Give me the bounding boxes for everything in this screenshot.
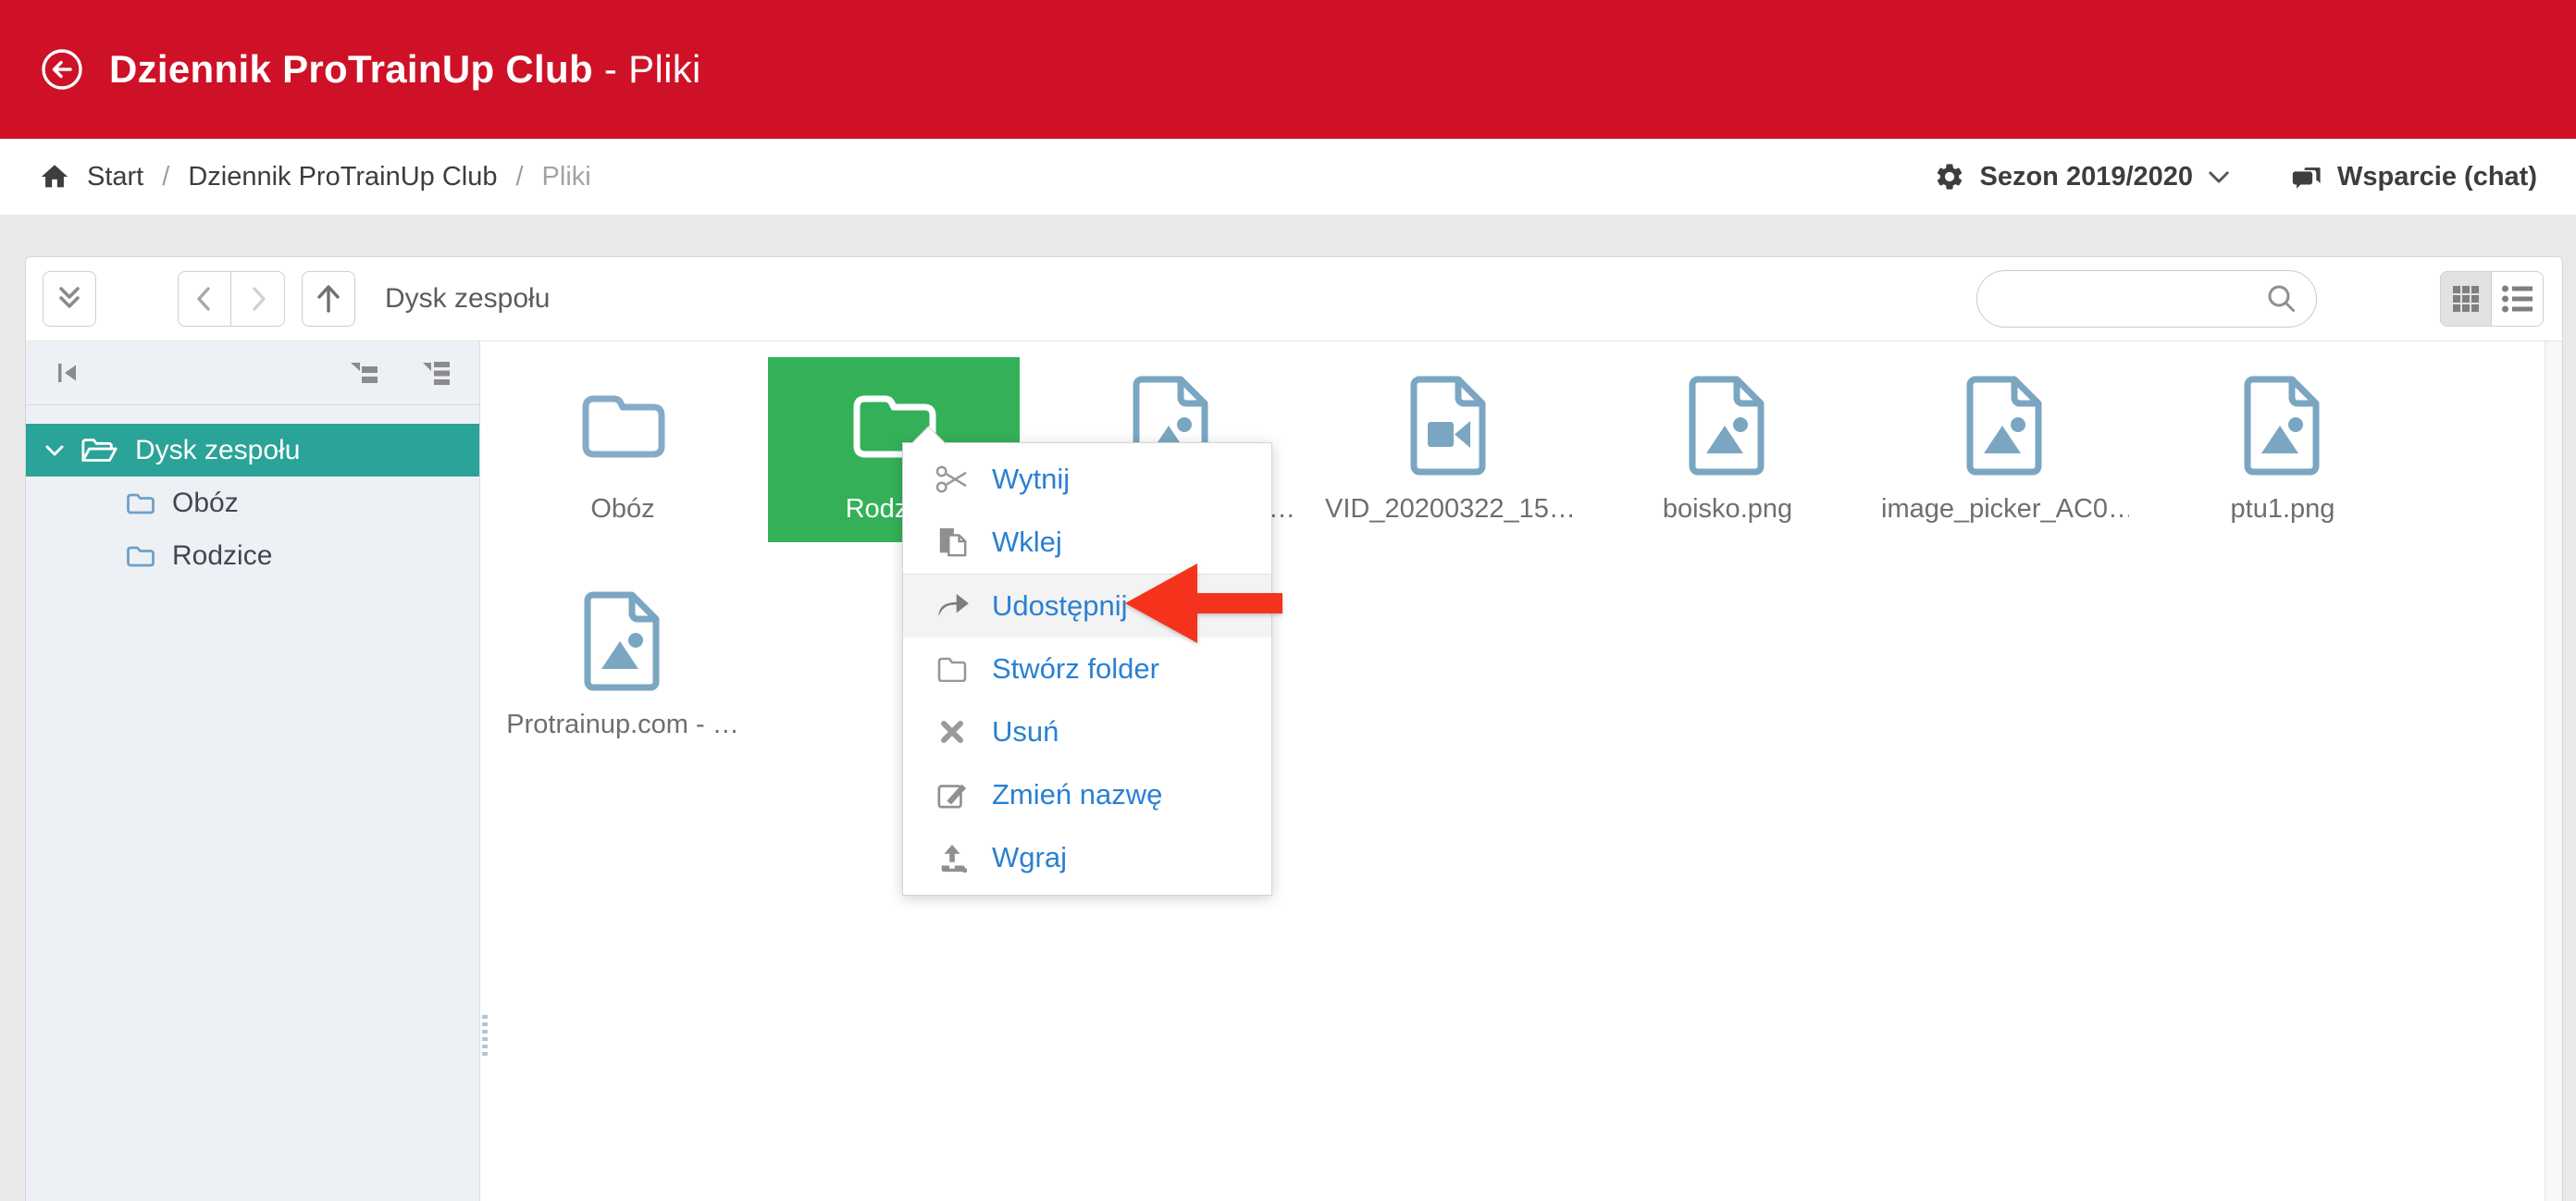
collapse-sidebar-icon[interactable] [54, 359, 81, 387]
chevron-left-icon [191, 283, 218, 315]
season-label: Sezon 2019/2020 [1980, 162, 2194, 192]
history-nav-group [178, 271, 285, 327]
file-manager-panel: Dysk zespołu [25, 256, 2563, 1201]
image-file-icon [1687, 357, 1768, 494]
video-file-icon [1408, 357, 1490, 494]
vertical-scrollbar[interactable] [2545, 341, 2562, 1201]
app-header: Dziennik ProTrainUp Club - Pliki [0, 0, 2576, 139]
breadcrumb-separator: / [515, 162, 523, 192]
context-menu: Wytnij Wklej Udostępnij Stwórz folder Usuń Zm… [902, 442, 1272, 896]
chevron-right-icon [244, 283, 272, 315]
context-menu-item-wytnij[interactable]: Wytnij [903, 448, 1271, 511]
breadcrumb-item-club[interactable]: Dziennik ProTrainUp Club [188, 162, 497, 192]
tree-header [26, 341, 479, 405]
search-input[interactable] [2003, 283, 2264, 315]
image-file-icon [1964, 357, 2046, 494]
up-folder-button[interactable] [302, 271, 355, 327]
file-name-label: ptu1.png [2231, 494, 2335, 525]
breadcrumb: Start / Dziennik ProTrainUp Club / Pliki [87, 162, 591, 192]
folder-icon [931, 656, 973, 682]
breadcrumb-item-start[interactable]: Start [87, 162, 143, 192]
tree-item-label: Obóz [172, 488, 239, 519]
file-grid-panel: Obóz Rodzice … VID_20200322_15… boisko.p… [489, 341, 2562, 1201]
folder-icon [126, 490, 155, 515]
image-file-icon [2242, 357, 2323, 494]
support-label: Wsparcie (chat) [2337, 162, 2537, 192]
file-tile-ptu1-png[interactable]: ptu1.png [2157, 357, 2409, 542]
folder-tile-obóz[interactable]: Obóz [497, 357, 749, 542]
edit-icon [931, 779, 973, 811]
tree-item-obóz[interactable]: Obóz [26, 477, 479, 529]
paste-icon [931, 526, 973, 559]
tree-item-rodzice[interactable]: Rodzice [26, 529, 479, 582]
folder-icon [126, 543, 155, 568]
forward-button[interactable] [231, 271, 285, 327]
tree-item-label: Dysk zespołu [135, 435, 300, 466]
collapse-panel-button[interactable] [43, 271, 96, 327]
context-menu-item-usuń[interactable]: Usuń [903, 700, 1271, 763]
tree-item-dysk-zespołu[interactable]: Dysk zespołu [26, 424, 479, 477]
upload-icon [931, 842, 973, 873]
back-button[interactable] [178, 271, 231, 327]
file-tile-vid-20200322-15-[interactable]: VID_20200322_15… [1323, 357, 1575, 542]
folder-tree: Dysk zespołu Obóz Rodzice [26, 405, 479, 582]
breadcrumb-bar: Start / Dziennik ProTrainUp Club / Pliki… [0, 139, 2576, 215]
gear-icon [1934, 161, 1965, 192]
search-icon[interactable] [2264, 281, 2299, 316]
context-menu-item-label: Wklej [992, 526, 1062, 559]
context-menu-item-label: Wytnij [992, 463, 1070, 496]
image-file-icon [582, 573, 663, 710]
home-icon[interactable] [39, 161, 70, 192]
current-folder-label: Dysk zespołu [385, 283, 550, 315]
chevron-down-icon[interactable] [44, 444, 65, 457]
season-selector[interactable]: Sezon 2019/2020 [1934, 161, 2231, 192]
annotation-arrow [1118, 555, 1284, 656]
share-icon [931, 591, 973, 621]
page-title: Dziennik ProTrainUp Club - Pliki [109, 47, 701, 92]
file-name-label: boisko.png [1663, 494, 1792, 525]
arrow-up-icon [314, 282, 343, 316]
breadcrumb-separator: / [162, 162, 169, 192]
file-name-label: Protrainup.com - … [506, 710, 738, 740]
grid-view-icon [2450, 283, 2482, 315]
context-menu-item-zmień-nazwę[interactable]: Zmień nazwę [903, 763, 1271, 826]
context-menu-item-wgraj[interactable]: Wgraj [903, 826, 1271, 889]
support-chat-link[interactable]: Wsparcie (chat) [2289, 161, 2537, 192]
context-menu-item-label: Zmień nazwę [992, 778, 1162, 811]
folder-icon [576, 357, 669, 494]
x-icon [931, 718, 973, 746]
back-circle-icon[interactable] [41, 48, 83, 91]
context-menu-item-label: Wgraj [992, 841, 1067, 874]
file-name-label: Obóz [590, 494, 654, 525]
page-title-suffix: - Pliki [604, 47, 701, 91]
file-tile-boisko-png[interactable]: boisko.png [1602, 357, 1853, 542]
file-tile-image-picker-ac0-[interactable]: image_picker_AC0… [1879, 357, 2131, 542]
chevron-down-icon [2208, 170, 2230, 184]
context-menu-item-label: Stwórz folder [992, 652, 1159, 686]
list-view-button[interactable] [2492, 271, 2544, 327]
file-manager-toolbar: Dysk zespołu [26, 257, 2562, 341]
context-menu-item-label: Udostępnij [992, 589, 1127, 623]
folder-tree-panel: Dysk zespołu Obóz Rodzice [26, 341, 480, 1201]
splitter-drag-handle[interactable] [482, 1015, 488, 1059]
scissors-icon [931, 464, 973, 495]
file-name-label: VID_20200322_15… [1325, 494, 1573, 525]
open-folder-icon [80, 436, 118, 465]
context-menu-item-label: Usuń [992, 715, 1059, 749]
double-chevron-down-icon [54, 283, 85, 315]
search-box [1976, 270, 2317, 328]
grid-view-button[interactable] [2440, 271, 2492, 327]
expand-all-icon[interactable] [420, 359, 452, 387]
file-name-label: image_picker_AC0… [1881, 494, 2129, 525]
panel-splitter [480, 341, 489, 1201]
view-toggle-group [2440, 271, 2544, 327]
file-tile-protrainup-com-[interactable]: Protrainup.com - … [497, 573, 749, 758]
breadcrumb-item-pliki: Pliki [542, 162, 591, 192]
collapse-all-icon[interactable] [348, 359, 379, 387]
chat-icon [2289, 161, 2322, 192]
list-view-icon [2501, 284, 2534, 314]
tree-item-label: Rodzice [172, 540, 272, 572]
